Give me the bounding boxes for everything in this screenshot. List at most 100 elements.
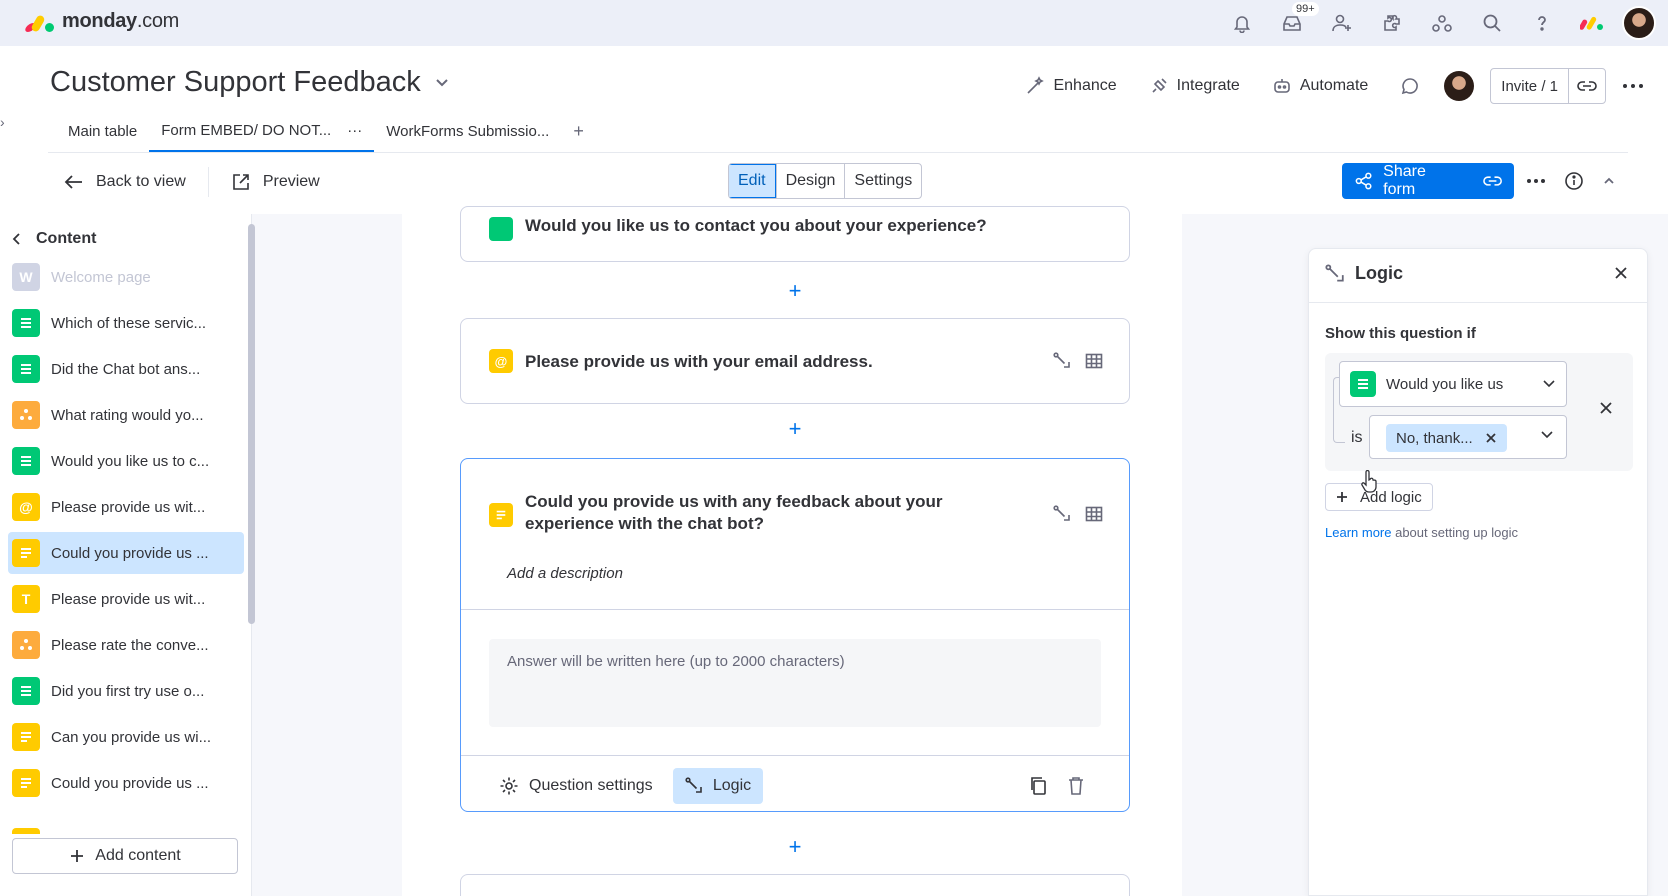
remove-condition-icon[interactable]	[1599, 401, 1613, 415]
tab-form-embed[interactable]: Form EMBED/ DO NOT... ···	[149, 110, 375, 152]
sidebar-item-partial	[12, 828, 40, 834]
enhance-button[interactable]: Enhance	[1017, 72, 1124, 100]
sidebar-scrollbar[interactable]	[248, 224, 255, 624]
external-link-icon	[233, 174, 249, 190]
integrations-icon[interactable]	[1422, 4, 1462, 42]
invite-button[interactable]: Invite / 1	[1490, 68, 1606, 104]
question-select[interactable]: Would you like us	[1339, 361, 1567, 407]
tab-main-table[interactable]: Main table	[56, 110, 149, 152]
sidebar-item-question[interactable]: Did you first try use o...	[8, 670, 244, 712]
plug-icon	[1152, 78, 1167, 93]
bell-icon[interactable]	[1222, 4, 1262, 42]
sidebar-item-question[interactable]: T Please provide us wit...	[8, 578, 244, 620]
sidebar-item-question[interactable]: @ Please provide us wit...	[8, 486, 244, 528]
sidebar-item-question[interactable]: Please rate the conve...	[8, 624, 244, 666]
long-text-question-icon	[489, 503, 513, 527]
value-select[interactable]: No, thank...	[1369, 415, 1567, 459]
logic-branch-icon	[1325, 263, 1344, 282]
sidebar-item-question[interactable]: Can you provide us wi...	[8, 716, 244, 758]
sidebar-item-question[interactable]: Did the Chat bot ans...	[8, 348, 244, 390]
question-card[interactable]	[460, 874, 1130, 896]
user-avatar[interactable]	[1622, 6, 1656, 40]
integrate-button[interactable]: Integrate	[1141, 72, 1248, 100]
sidebar-item-label: Did the Chat bot ans...	[51, 360, 201, 378]
sidebar-item-question-selected[interactable]: Could you provide us ...	[8, 532, 244, 574]
more-options-icon[interactable]	[1526, 178, 1546, 184]
text-question-icon: T	[12, 585, 40, 613]
copy-link-icon[interactable]	[1568, 69, 1605, 103]
invite-person-icon[interactable]	[1322, 4, 1362, 42]
chevron-down-icon	[436, 78, 448, 86]
card-footer-icons	[1029, 776, 1085, 796]
content-header[interactable]: Content	[12, 230, 96, 248]
tab-more-icon[interactable]: ···	[347, 122, 362, 139]
question-card-active[interactable]: Could you provide us with any feedback a…	[460, 458, 1130, 812]
search-icon[interactable]	[1472, 4, 1512, 42]
chevron-down-icon	[1541, 431, 1553, 439]
table-icon[interactable]	[1085, 353, 1103, 369]
sidebar-item-question[interactable]: Could you provide us ...	[8, 762, 244, 804]
board-title[interactable]: Customer Support Feedback	[50, 66, 449, 99]
settings-mode-button[interactable]: Settings	[844, 164, 921, 198]
close-icon[interactable]	[1613, 265, 1629, 281]
table-icon[interactable]	[1085, 506, 1103, 522]
edit-mode-button[interactable]: Edit	[729, 164, 776, 198]
logic-branch-icon[interactable]	[1053, 505, 1071, 523]
chevron-left-icon	[12, 233, 20, 245]
question-settings-button[interactable]: Question settings	[499, 768, 653, 804]
add-content-button[interactable]: Add content	[12, 838, 238, 874]
monday-logo-icon[interactable]	[1572, 4, 1612, 42]
toolbar-divider	[207, 167, 209, 197]
expand-left-pane-icon[interactable]: ›	[0, 114, 14, 138]
sidebar-item-question[interactable]: Would you like us to c...	[8, 440, 244, 482]
comments-button[interactable]	[1392, 72, 1428, 100]
more-options-icon[interactable]	[1622, 83, 1644, 89]
preview-button[interactable]: Preview	[221, 172, 330, 192]
question-card-email[interactable]: @ Please provide us with your email addr…	[460, 318, 1130, 404]
top-icons: 99+	[1222, 2, 1656, 42]
rating-question-icon	[12, 631, 40, 659]
sidebar-item-question[interactable]: What rating would yo...	[8, 394, 244, 436]
value-chip: No, thank...	[1386, 424, 1507, 452]
back-to-view-button[interactable]: Back to view	[54, 173, 196, 191]
dropdown-question-icon	[12, 447, 40, 475]
automate-button[interactable]: Automate	[1264, 72, 1376, 100]
add-tab-button[interactable]: +	[561, 110, 596, 152]
trash-icon[interactable]	[1067, 776, 1085, 796]
design-mode-button[interactable]: Design	[775, 164, 845, 198]
duplicate-icon[interactable]	[1029, 776, 1047, 796]
card-divider	[461, 609, 1129, 610]
tab-workforms-submission[interactable]: WorkForms Submissio...	[374, 110, 561, 152]
inbox-icon[interactable]: 99+	[1272, 2, 1319, 42]
info-icon[interactable]	[1564, 171, 1584, 191]
board-member-avatar[interactable]	[1444, 71, 1475, 101]
card-icons	[1053, 352, 1103, 370]
question-title-line: Could you provide us with any feedback a…	[525, 492, 943, 511]
long-text-question-icon	[12, 723, 40, 751]
chat-bubble-icon	[1402, 78, 1419, 95]
integrate-label: Integrate	[1176, 77, 1240, 94]
sidebar-item-label: Welcome page	[51, 268, 151, 286]
question-title: Please provide us with your email addres…	[525, 352, 873, 371]
learn-more-link[interactable]: Learn more	[1325, 525, 1391, 540]
answer-preview: Answer will be written here (up to 2000 …	[489, 639, 1101, 727]
share-form-button[interactable]: Share form	[1342, 163, 1514, 199]
logic-button[interactable]: Logic	[673, 768, 763, 804]
description-field[interactable]: Add a description	[507, 565, 623, 582]
tab-label: Form EMBED/ DO NOT...	[161, 121, 332, 139]
show-if-label: Show this question if	[1325, 325, 1476, 342]
sidebar-item-welcome-page[interactable]: W Welcome page	[8, 256, 244, 298]
add-question-button[interactable]: +	[786, 836, 804, 858]
arrow-left-icon	[64, 175, 82, 189]
add-question-button[interactable]: +	[786, 280, 804, 302]
logic-branch-icon[interactable]	[1053, 352, 1071, 370]
sidebar-item-question[interactable]: Which of these servic...	[8, 302, 244, 344]
question-title[interactable]: Could you provide us with any feedback a…	[525, 491, 943, 535]
question-card[interactable]: Would you like us to contact you about y…	[460, 206, 1130, 262]
apps-icon[interactable]	[1372, 4, 1412, 42]
add-question-button[interactable]: +	[786, 418, 804, 440]
remove-chip-icon[interactable]	[1485, 432, 1497, 444]
collapse-header-icon[interactable]	[1602, 176, 1616, 186]
help-icon[interactable]	[1522, 4, 1562, 42]
monday-logo[interactable]: monday.com	[23, 10, 179, 33]
